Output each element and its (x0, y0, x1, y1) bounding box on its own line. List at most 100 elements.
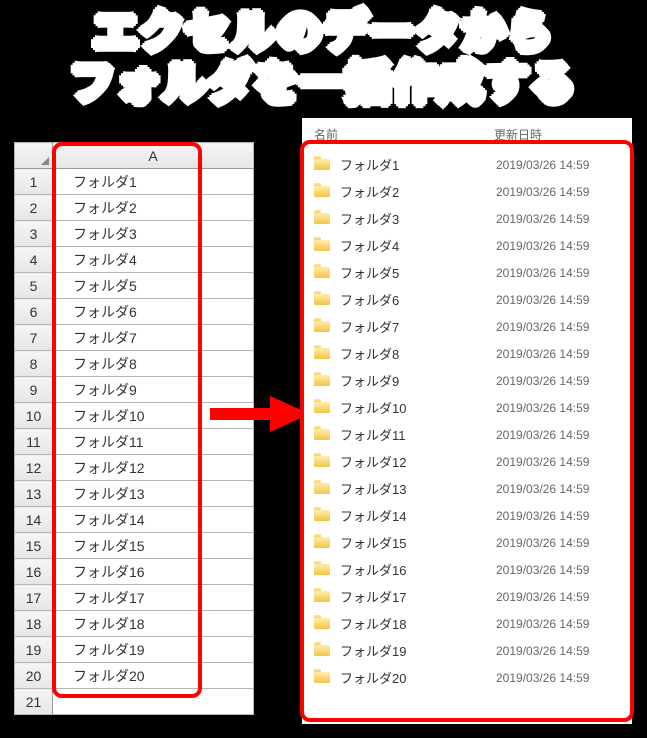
excel-cell[interactable]: フォルダ20 (53, 663, 254, 689)
folder-item[interactable]: フォルダ42019/03/26 14:59 (308, 232, 626, 259)
folder-name: フォルダ11 (340, 425, 496, 444)
folder-date: 2019/03/26 14:59 (496, 617, 626, 631)
title-line-2: フォルダを一括作成する (0, 59, 647, 110)
folder-item[interactable]: フォルダ152019/03/26 14:59 (308, 529, 626, 556)
folder-item[interactable]: フォルダ122019/03/26 14:59 (308, 448, 626, 475)
folder-date: 2019/03/26 14:59 (496, 509, 626, 523)
title-line-1: エクセルのデータから (0, 8, 647, 59)
excel-cell[interactable]: フォルダ4 (53, 247, 254, 273)
excel-cell[interactable]: フォルダ13 (53, 481, 254, 507)
folder-name: フォルダ7 (340, 317, 496, 336)
row-header[interactable]: 21 (15, 689, 53, 715)
select-all-corner[interactable] (15, 143, 53, 169)
row-header[interactable]: 18 (15, 611, 53, 637)
row-header[interactable]: 17 (15, 585, 53, 611)
explorer-columns: 名前 更新日時 (308, 122, 626, 151)
folder-name: フォルダ9 (340, 371, 496, 390)
folder-item[interactable]: フォルダ92019/03/26 14:59 (308, 367, 626, 394)
folder-item[interactable]: フォルダ22019/03/26 14:59 (308, 178, 626, 205)
excel-cell[interactable]: フォルダ11 (53, 429, 254, 455)
folder-icon (314, 590, 332, 604)
folder-icon (314, 212, 332, 226)
folder-icon (314, 266, 332, 280)
excel-grid[interactable]: A 1フォルダ12フォルダ23フォルダ34フォルダ45フォルダ56フォルダ67フ… (14, 142, 254, 715)
folder-item[interactable]: フォルダ182019/03/26 14:59 (308, 610, 626, 637)
excel-cell[interactable]: フォルダ8 (53, 351, 254, 377)
excel-cell[interactable]: フォルダ18 (53, 611, 254, 637)
excel-cell[interactable]: フォルダ19 (53, 637, 254, 663)
folder-date: 2019/03/26 14:59 (496, 563, 626, 577)
excel-cell[interactable]: フォルダ3 (53, 221, 254, 247)
folder-date: 2019/03/26 14:59 (496, 536, 626, 550)
row-header[interactable]: 4 (15, 247, 53, 273)
row-header[interactable]: 20 (15, 663, 53, 689)
row-header[interactable]: 2 (15, 195, 53, 221)
row-header[interactable]: 9 (15, 377, 53, 403)
excel-cell[interactable]: フォルダ12 (53, 455, 254, 481)
folder-item[interactable]: フォルダ52019/03/26 14:59 (308, 259, 626, 286)
row-header[interactable]: 8 (15, 351, 53, 377)
explorer-panel: 名前 更新日時 フォルダ12019/03/26 14:59フォルダ22019/0… (302, 118, 632, 724)
row-header[interactable]: 13 (15, 481, 53, 507)
excel-cell[interactable]: フォルダ17 (53, 585, 254, 611)
folder-item[interactable]: フォルダ132019/03/26 14:59 (308, 475, 626, 502)
folder-item[interactable]: フォルダ112019/03/26 14:59 (308, 421, 626, 448)
folder-icon (314, 509, 332, 523)
folder-date: 2019/03/26 14:59 (496, 671, 626, 685)
folder-item[interactable]: フォルダ72019/03/26 14:59 (308, 313, 626, 340)
excel-cell[interactable]: フォルダ15 (53, 533, 254, 559)
folder-item[interactable]: フォルダ62019/03/26 14:59 (308, 286, 626, 313)
excel-cell[interactable] (53, 689, 254, 715)
row-header[interactable]: 10 (15, 403, 53, 429)
folder-name: フォルダ20 (340, 668, 496, 687)
folder-name: フォルダ10 (340, 398, 496, 417)
row-header[interactable]: 11 (15, 429, 53, 455)
folder-date: 2019/03/26 14:59 (496, 293, 626, 307)
excel-cell[interactable]: フォルダ6 (53, 299, 254, 325)
folder-date: 2019/03/26 14:59 (496, 185, 626, 199)
column-name-header[interactable]: 名前 (314, 126, 494, 143)
excel-cell[interactable]: フォルダ7 (53, 325, 254, 351)
column-date-header[interactable]: 更新日時 (494, 126, 624, 143)
folder-date: 2019/03/26 14:59 (496, 644, 626, 658)
folder-name: フォルダ4 (340, 236, 496, 255)
folder-item[interactable]: フォルダ12019/03/26 14:59 (308, 151, 626, 178)
column-header-a[interactable]: A (53, 143, 254, 169)
excel-cell[interactable]: フォルダ14 (53, 507, 254, 533)
folder-date: 2019/03/26 14:59 (496, 482, 626, 496)
folder-name: フォルダ13 (340, 479, 496, 498)
folder-date: 2019/03/26 14:59 (496, 239, 626, 253)
folder-item[interactable]: フォルダ32019/03/26 14:59 (308, 205, 626, 232)
folder-date: 2019/03/26 14:59 (496, 428, 626, 442)
row-header[interactable]: 3 (15, 221, 53, 247)
folder-item[interactable]: フォルダ202019/03/26 14:59 (308, 664, 626, 691)
folder-date: 2019/03/26 14:59 (496, 401, 626, 415)
row-header[interactable]: 7 (15, 325, 53, 351)
row-header[interactable]: 1 (15, 169, 53, 195)
excel-cell[interactable]: フォルダ16 (53, 559, 254, 585)
row-header[interactable]: 19 (15, 637, 53, 663)
folder-date: 2019/03/26 14:59 (496, 347, 626, 361)
excel-cell[interactable]: フォルダ10 (53, 403, 254, 429)
excel-cell[interactable]: フォルダ1 (53, 169, 254, 195)
folder-date: 2019/03/26 14:59 (496, 455, 626, 469)
row-header[interactable]: 16 (15, 559, 53, 585)
row-header[interactable]: 14 (15, 507, 53, 533)
row-header[interactable]: 15 (15, 533, 53, 559)
folder-item[interactable]: フォルダ102019/03/26 14:59 (308, 394, 626, 421)
folder-item[interactable]: フォルダ172019/03/26 14:59 (308, 583, 626, 610)
folder-item[interactable]: フォルダ82019/03/26 14:59 (308, 340, 626, 367)
folder-name: フォルダ1 (340, 155, 496, 174)
row-header[interactable]: 12 (15, 455, 53, 481)
folder-name: フォルダ17 (340, 587, 496, 606)
row-header[interactable]: 5 (15, 273, 53, 299)
row-header[interactable]: 6 (15, 299, 53, 325)
excel-panel: A 1フォルダ12フォルダ23フォルダ34フォルダ45フォルダ56フォルダ67フ… (14, 142, 254, 715)
folder-icon (314, 320, 332, 334)
excel-cell[interactable]: フォルダ5 (53, 273, 254, 299)
excel-cell[interactable]: フォルダ2 (53, 195, 254, 221)
folder-item[interactable]: フォルダ192019/03/26 14:59 (308, 637, 626, 664)
excel-cell[interactable]: フォルダ9 (53, 377, 254, 403)
folder-item[interactable]: フォルダ142019/03/26 14:59 (308, 502, 626, 529)
folder-item[interactable]: フォルダ162019/03/26 14:59 (308, 556, 626, 583)
